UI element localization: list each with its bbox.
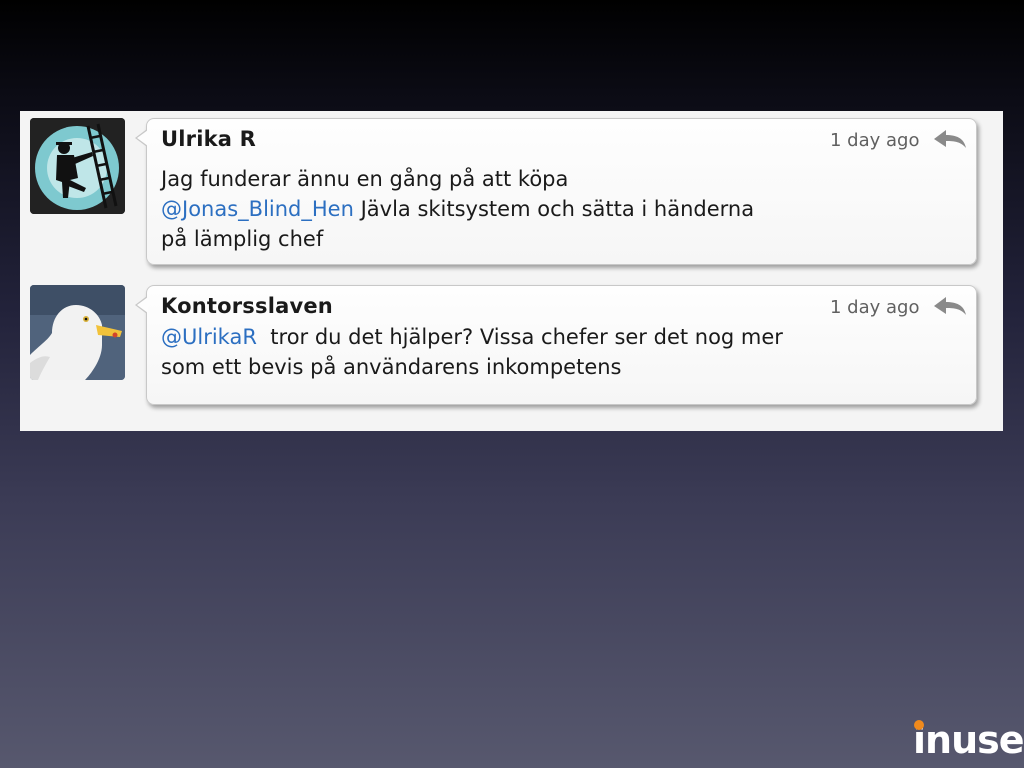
tweet-text-fragment: tror du det hjälper? Vissa chefer ser de… [256, 325, 783, 349]
twitter-client-screenshot: Ulrika R 1 day ago Jag funderar ännu en … [20, 111, 1003, 431]
tweet-text-line: som ett bevis på användarens inkompetens [161, 355, 622, 379]
logo-accent-dot [914, 720, 924, 730]
tweet-author[interactable]: Ulrika R [161, 127, 256, 151]
tweet-list: Ulrika R 1 day ago Jag funderar ännu en … [20, 111, 1003, 431]
tweet-bubble: Ulrika R 1 day ago Jag funderar ännu en … [135, 118, 977, 265]
tweet-item: Ulrika R 1 day ago Jag funderar ännu en … [20, 111, 1003, 271]
tweet-timestamp[interactable]: 1 day ago [830, 130, 919, 151]
avatar-image [30, 118, 125, 214]
bubble-pointer-inner [137, 297, 148, 313]
avatar-image [30, 285, 125, 380]
tweet-text-line: @UlrikaR tror du det hjälper? Vissa chef… [161, 322, 961, 352]
tweet-text: Jag funderar ännu en gång på att köpa @J… [161, 164, 961, 254]
window-cleaner-silhouette-avatar[interactable] [30, 118, 125, 214]
tweet-text-line: Jag funderar ännu en gång på att köpa [161, 167, 569, 191]
mention-link[interactable]: @UlrikaR [161, 325, 257, 349]
tweet-item: Kontorsslaven 1 day ago @UlrikaR tror du… [20, 279, 1003, 431]
logo-text: inuse [913, 718, 1024, 762]
mention-link[interactable]: @Jonas_Blind_Hen [161, 197, 354, 221]
reply-arrow-icon[interactable] [932, 128, 968, 150]
tweet-text-line: @Jonas_Blind_Hen Jävla skitsystem och sä… [161, 194, 961, 224]
tweet-timestamp[interactable]: 1 day ago [830, 297, 919, 318]
reply-arrow-icon[interactable] [932, 295, 968, 317]
tweet-author[interactable]: Kontorsslaven [161, 294, 333, 318]
tweet-text: @UlrikaR tror du det hjälper? Vissa chef… [161, 322, 961, 382]
tweet-text-fragment: Jävla skitsystem och sätta i händerna [353, 197, 755, 221]
tweet-bubble: Kontorsslaven 1 day ago @UlrikaR tror du… [135, 285, 977, 405]
bubble-pointer-inner [137, 130, 148, 146]
tweet-text-line: på lämplig chef [161, 227, 324, 251]
inuse-logo: inuse [913, 716, 1024, 764]
seagull-avatar[interactable] [30, 285, 125, 380]
